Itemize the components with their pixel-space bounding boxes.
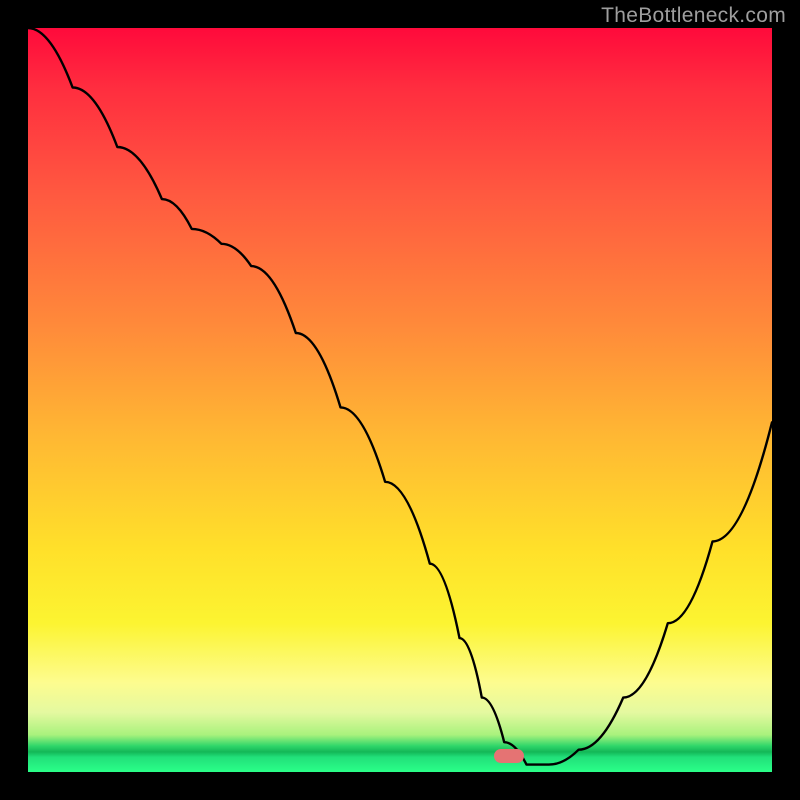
watermark-text: TheBottleneck.com (601, 4, 786, 28)
plot-area (28, 28, 772, 772)
bottleneck-curve (28, 28, 772, 772)
chart-frame: TheBottleneck.com (0, 0, 800, 800)
optimal-marker (494, 749, 524, 763)
